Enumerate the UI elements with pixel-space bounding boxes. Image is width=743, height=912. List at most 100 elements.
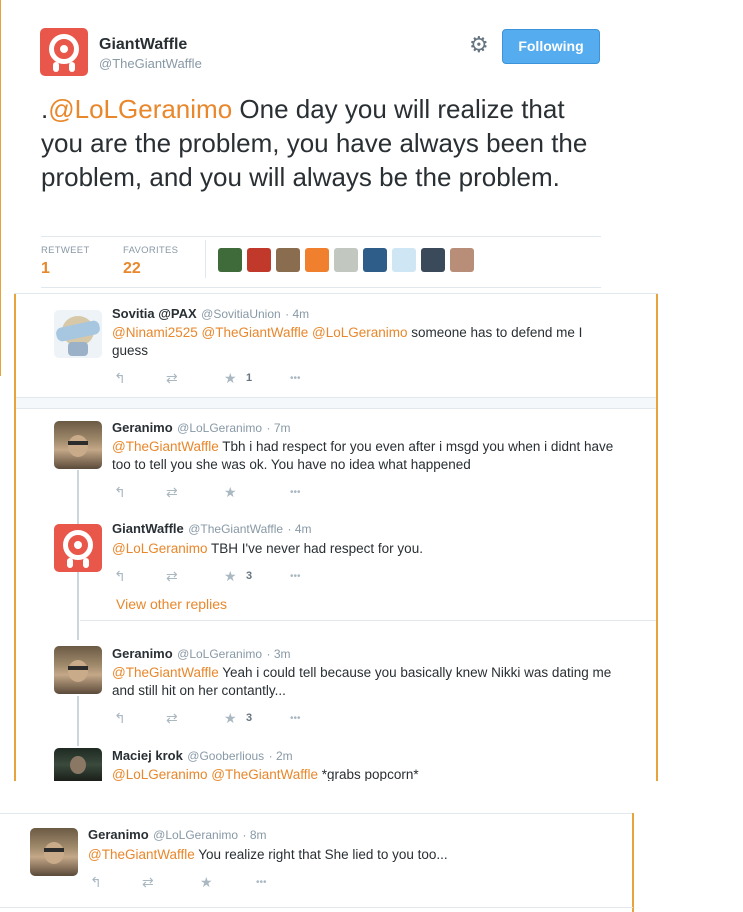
bottom-card-top-border bbox=[0, 813, 633, 814]
reply-timestamp[interactable]: · 7m bbox=[266, 421, 290, 435]
more-icon[interactable]: ••• bbox=[256, 877, 267, 888]
reply-author-name[interactable]: Geranimo bbox=[88, 827, 149, 842]
reply-author-name[interactable]: Sovitia @PAX bbox=[112, 306, 197, 321]
reply-text: @Ninami2525 @TheGiantWaffle @LoLGeranimo… bbox=[112, 324, 622, 360]
reply-header: Maciej krok @Gooberlious · 2m bbox=[112, 747, 293, 765]
mention-link[interactable]: @LoLGeranimo bbox=[48, 94, 232, 124]
reply-divider bbox=[80, 620, 656, 621]
reply-timestamp[interactable]: · 4m bbox=[288, 522, 312, 536]
maciej-avatar[interactable] bbox=[54, 748, 102, 781]
favorite-count: 3 bbox=[246, 712, 253, 724]
reply-text: @LoLGeranimo @TheGiantWaffle *grabs popc… bbox=[112, 766, 622, 781]
favorite-icon[interactable]: ★ bbox=[224, 568, 237, 585]
retweet-icon[interactable]: ⇄ bbox=[166, 370, 178, 387]
retweet-icon[interactable]: ⇄ bbox=[166, 484, 178, 501]
favoriter-avatar[interactable] bbox=[421, 248, 445, 272]
reply-timestamp[interactable]: · 3m bbox=[266, 647, 290, 661]
reply-author-handle[interactable]: @SovitiaUnion bbox=[201, 307, 281, 321]
favoriter-avatar[interactable] bbox=[363, 248, 387, 272]
reply-mentions[interactable]: @TheGiantWaffle bbox=[88, 847, 195, 862]
favorite-count: 3 bbox=[246, 570, 253, 582]
more-icon[interactable]: ••• bbox=[290, 571, 301, 582]
reply-mentions[interactable]: @TheGiantWaffle bbox=[112, 665, 219, 680]
reply-mentions[interactable]: @LoLGeranimo @TheGiantWaffle bbox=[112, 767, 318, 781]
reply-mentions[interactable]: @LoLGeranimo bbox=[112, 541, 208, 556]
reply-header: GiantWaffle @TheGiantWaffle · 4m bbox=[112, 520, 312, 538]
geranimo-avatar[interactable] bbox=[54, 421, 102, 469]
reply-actions: ↰ ⇄ ★ 3 ••• bbox=[114, 568, 334, 584]
reply-author-name[interactable]: Geranimo bbox=[112, 646, 173, 661]
reply-author-handle[interactable]: @TheGiantWaffle bbox=[188, 522, 283, 536]
reply-icon[interactable]: ↰ bbox=[114, 568, 126, 585]
reply-icon[interactable]: ↰ bbox=[90, 874, 102, 891]
stats-bottom-divider bbox=[41, 287, 601, 288]
giantwaffle-avatar[interactable] bbox=[54, 524, 102, 572]
reply-header: Sovitia @PAX @SovitiaUnion · 4m bbox=[112, 305, 309, 323]
geranimo-avatar[interactable] bbox=[30, 828, 78, 876]
sovitia-avatar[interactable] bbox=[54, 310, 102, 358]
bottom-card-right-border bbox=[632, 813, 634, 912]
main-tweet-text: .@LoLGeranimo One day you will realize t… bbox=[41, 92, 611, 194]
conversation-left-border bbox=[14, 293, 16, 781]
geranimo-avatar[interactable] bbox=[54, 646, 102, 694]
reply-timestamp[interactable]: · 2m bbox=[269, 749, 293, 763]
bottom-card-bottom-border bbox=[0, 907, 633, 908]
reply-timestamp[interactable]: · 8m bbox=[242, 828, 266, 842]
reply-header: Geranimo @LoLGeranimo · 8m bbox=[88, 826, 266, 844]
retweet-icon[interactable]: ⇄ bbox=[142, 874, 154, 891]
reply-author-handle[interactable]: @LoLGeranimo bbox=[177, 647, 262, 661]
reply-icon[interactable]: ↰ bbox=[114, 484, 126, 501]
reply-actions: ↰ ⇄ ★ 3 ••• bbox=[114, 710, 334, 726]
more-icon[interactable]: ••• bbox=[290, 487, 301, 498]
reply-actions: ↰ ⇄ ★ 1 ••• bbox=[114, 370, 334, 386]
view-other-replies-link[interactable]: View other replies bbox=[116, 596, 227, 612]
settings-gear-icon[interactable]: ⚙ bbox=[469, 33, 489, 57]
more-icon[interactable]: ••• bbox=[290, 713, 301, 724]
reply-timestamp[interactable]: · 4m bbox=[285, 307, 309, 321]
reply-actions: ↰ ⇄ ★ ••• bbox=[114, 484, 334, 500]
more-icon[interactable]: ••• bbox=[290, 373, 301, 384]
main-author-handle[interactable]: @TheGiantWaffle bbox=[99, 56, 202, 71]
favorite-count: 1 bbox=[246, 372, 253, 384]
favoriter-avatar[interactable] bbox=[305, 248, 329, 272]
stats-top-divider bbox=[41, 236, 601, 237]
reply-icon[interactable]: ↰ bbox=[114, 710, 126, 727]
main-author-name[interactable]: GiantWaffle bbox=[99, 36, 187, 54]
reply-mentions[interactable]: @Ninami2525 @TheGiantWaffle @LoLGeranimo bbox=[112, 325, 408, 340]
thread-line bbox=[77, 696, 79, 746]
giantwaffle-avatar[interactable] bbox=[40, 28, 88, 76]
reply-text: @TheGiantWaffle Yeah i could tell becaus… bbox=[112, 664, 622, 700]
reply-actions: ↰ ⇄ ★ ••• bbox=[90, 874, 310, 890]
favoriter-avatar[interactable] bbox=[392, 248, 416, 272]
reply-body: You realize right that She lied to you t… bbox=[194, 847, 448, 862]
favoriter-avatar[interactable] bbox=[276, 248, 300, 272]
favoriter-avatar[interactable] bbox=[218, 248, 242, 272]
retweet-icon[interactable]: ⇄ bbox=[166, 710, 178, 727]
favorite-icon[interactable]: ★ bbox=[224, 370, 237, 387]
reply-author-name[interactable]: GiantWaffle bbox=[112, 521, 184, 536]
favorite-icon[interactable]: ★ bbox=[224, 484, 237, 501]
favoriter-avatar[interactable] bbox=[334, 248, 358, 272]
following-button[interactable]: Following bbox=[502, 29, 600, 64]
favoriter-avatar[interactable] bbox=[450, 248, 474, 272]
reply-author-handle[interactable]: @Gooberlious bbox=[187, 749, 264, 763]
conversation-right-border bbox=[656, 293, 658, 781]
reply-icon[interactable]: ↰ bbox=[114, 370, 126, 387]
reply-author-name[interactable]: Geranimo bbox=[112, 420, 173, 435]
reply-author-handle[interactable]: @LoLGeranimo bbox=[177, 421, 262, 435]
favorites-count[interactable]: 22 bbox=[123, 260, 141, 278]
retweet-count[interactable]: 1 bbox=[41, 260, 50, 278]
favorite-icon[interactable]: ★ bbox=[200, 874, 213, 891]
reply-body: TBH I've never had respect for you. bbox=[207, 541, 423, 556]
retweet-icon[interactable]: ⇄ bbox=[166, 568, 178, 585]
stats-separator bbox=[205, 240, 206, 278]
following-button-label: Following bbox=[518, 38, 584, 54]
favorite-icon[interactable]: ★ bbox=[224, 710, 237, 727]
reply-text: @TheGiantWaffle You realize right that S… bbox=[88, 846, 608, 864]
reply-mentions[interactable]: @TheGiantWaffle bbox=[112, 439, 219, 454]
favoriter-avatar[interactable] bbox=[247, 248, 271, 272]
reply-author-name[interactable]: Maciej krok bbox=[112, 748, 183, 763]
reply-text: @TheGiantWaffle Tbh i had respect for yo… bbox=[112, 438, 622, 474]
reply-separator bbox=[16, 397, 656, 409]
reply-author-handle[interactable]: @LoLGeranimo bbox=[153, 828, 238, 842]
